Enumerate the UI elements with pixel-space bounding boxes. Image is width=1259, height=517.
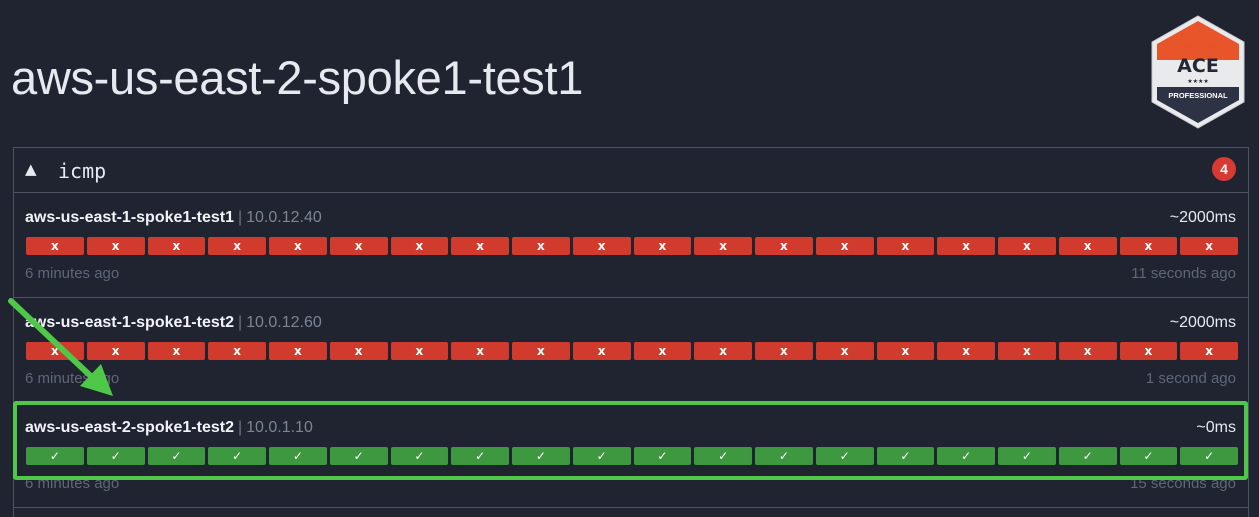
endpoint-row[interactable]: aws-us-east-1-spoke1-test1 | 10.0.12.40 ~2… [14,193,1248,298]
result-chip-fail: x [512,237,570,255]
time-end: 15 seconds ago [1130,475,1236,492]
page-title: aws-us-east-2-spoke1-test1 [11,51,584,104]
result-chips: xxxxxxxxxxxxxxxxxxxx [26,342,1238,360]
result-chip-fail: x [147,237,206,255]
result-chip-fail: x [876,342,935,360]
result-chip-pass: ✓ [329,447,388,465]
result-chip-pass: ✓ [1180,447,1238,465]
result-chip-pass: ✓ [390,447,449,465]
result-chip-fail: x [633,237,692,255]
result-chip-fail: x [208,237,266,255]
endpoint-row[interactable]: aws-us-east-1-spoke1-test2 | 10.0.12.60 ~2… [14,298,1248,403]
result-chip-pass: ✓ [512,447,570,465]
latency-value: ~2000ms [1169,209,1236,226]
endpoint-ip: 10.0.1.10 [246,419,313,436]
result-chip-fail: x [572,237,631,255]
result-chip-fail: x [1180,237,1238,255]
endpoint-name: aws-us-east-1-spoke1-test1 [25,209,234,226]
result-chip-pass: ✓ [633,447,692,465]
badge-level: PROFESSIONAL [1168,91,1228,100]
result-chip-fail: x [1058,342,1117,360]
result-chip-pass: ✓ [755,447,813,465]
count-badge: 4 [1212,157,1236,181]
result-chip-pass: ✓ [1119,447,1178,465]
result-chip-fail: x [329,237,388,255]
result-chip-fail: x [815,342,874,360]
result-chip-fail: x [1180,342,1238,360]
group-name: icmp [58,159,107,183]
latency-value: ~0ms [1196,419,1236,436]
time-end: 11 seconds ago [1131,265,1236,282]
result-chip-pass: ✓ [937,447,995,465]
result-chip-pass: ✓ [269,447,327,465]
result-chip-fail: x [329,342,388,360]
ace-badge-logo: AVIATRIX ACE ★★★★ PROFESSIONAL [1151,15,1245,129]
latency-value: ~2000ms [1169,314,1236,331]
result-chip-pass: ✓ [147,447,206,465]
result-chip-fail: x [998,237,1056,255]
separator: | [237,209,243,226]
result-chip-fail: x [208,342,266,360]
result-chip-fail: x [390,237,449,255]
result-chips: xxxxxxxxxxxxxxxxxxxx [26,237,1238,255]
time-start: 6 minutes ago [25,475,120,492]
result-chip-pass: ✓ [208,447,266,465]
separator: | [237,314,243,331]
result-chip-fail: x [1119,342,1178,360]
result-chip-fail: x [694,342,752,360]
time-start: 6 minutes ago [25,370,120,387]
separator: | [237,419,243,436]
app-root: aws-us-east-2-spoke1-test1 AVIATRIX ACE … [0,0,1259,517]
result-chip-fail: x [269,342,327,360]
badge-name: ACE [1177,55,1219,77]
result-chip-fail: x [937,237,995,255]
result-chip-pass: ✓ [1058,447,1117,465]
result-chip-fail: x [451,342,509,360]
result-chip-fail: x [269,237,327,255]
endpoint-name: aws-us-east-2-spoke1-test2 [25,419,234,436]
result-chip-fail: x [147,342,206,360]
collapse-triangle-icon[interactable]: ▲ [25,160,37,178]
result-chip-pass: ✓ [86,447,145,465]
result-chip-fail: x [26,237,84,255]
result-chip-pass: ✓ [815,447,874,465]
endpoint-ip: 10.0.12.40 [246,209,322,226]
result-chip-fail: x [390,342,449,360]
result-chip-pass: ✓ [876,447,935,465]
group-header[interactable]: ▲ icmp 4 [14,148,1248,193]
endpoint-ip: 10.0.12.60 [246,314,322,331]
endpoint-row[interactable]: aws-us-east-2-spoke1-test2 | 10.0.1.10 ~0m… [14,403,1248,508]
icmp-test-group: ▲ icmp 4 aws-us-east-1-spoke1-test1 | 10.0… [13,147,1249,517]
result-chip-fail: x [755,342,813,360]
result-chip-fail: x [876,237,935,255]
result-chip-fail: x [755,237,813,255]
badge-stars: ★★★★ [1187,78,1209,85]
result-chip-fail: x [1058,237,1117,255]
result-chip-fail: x [937,342,995,360]
result-chip-fail: x [998,342,1056,360]
result-chip-fail: x [86,237,145,255]
result-chip-fail: x [694,237,752,255]
time-end: 1 second ago [1145,370,1236,387]
result-chip-fail: x [451,237,509,255]
result-chip-pass: ✓ [451,447,509,465]
time-start: 6 minutes ago [25,265,120,282]
result-chip-fail: x [1119,237,1178,255]
result-chip-pass: ✓ [26,447,84,465]
aviatrix-ace-badge: AVIATRIX ACE ★★★★ PROFESSIONAL [1148,14,1248,130]
result-chip-pass: ✓ [694,447,752,465]
result-chip-fail: x [815,237,874,255]
result-chip-fail: x [86,342,145,360]
result-chip-fail: x [512,342,570,360]
result-chip-pass: ✓ [572,447,631,465]
endpoint-name: aws-us-east-1-spoke1-test2 [25,314,234,331]
result-chip-pass: ✓ [998,447,1056,465]
result-chip-fail: x [633,342,692,360]
result-chip-fail: x [572,342,631,360]
result-chip-fail: x [26,342,84,360]
result-chips: ✓ ✓ ✓ ✓ ✓ ✓ ✓ ✓ ✓ ✓ ✓ ✓ ✓ ✓ ✓ ✓ ✓ ✓ ✓ ✓ [26,447,1238,465]
badge-brand: AVIATRIX [1179,44,1218,51]
